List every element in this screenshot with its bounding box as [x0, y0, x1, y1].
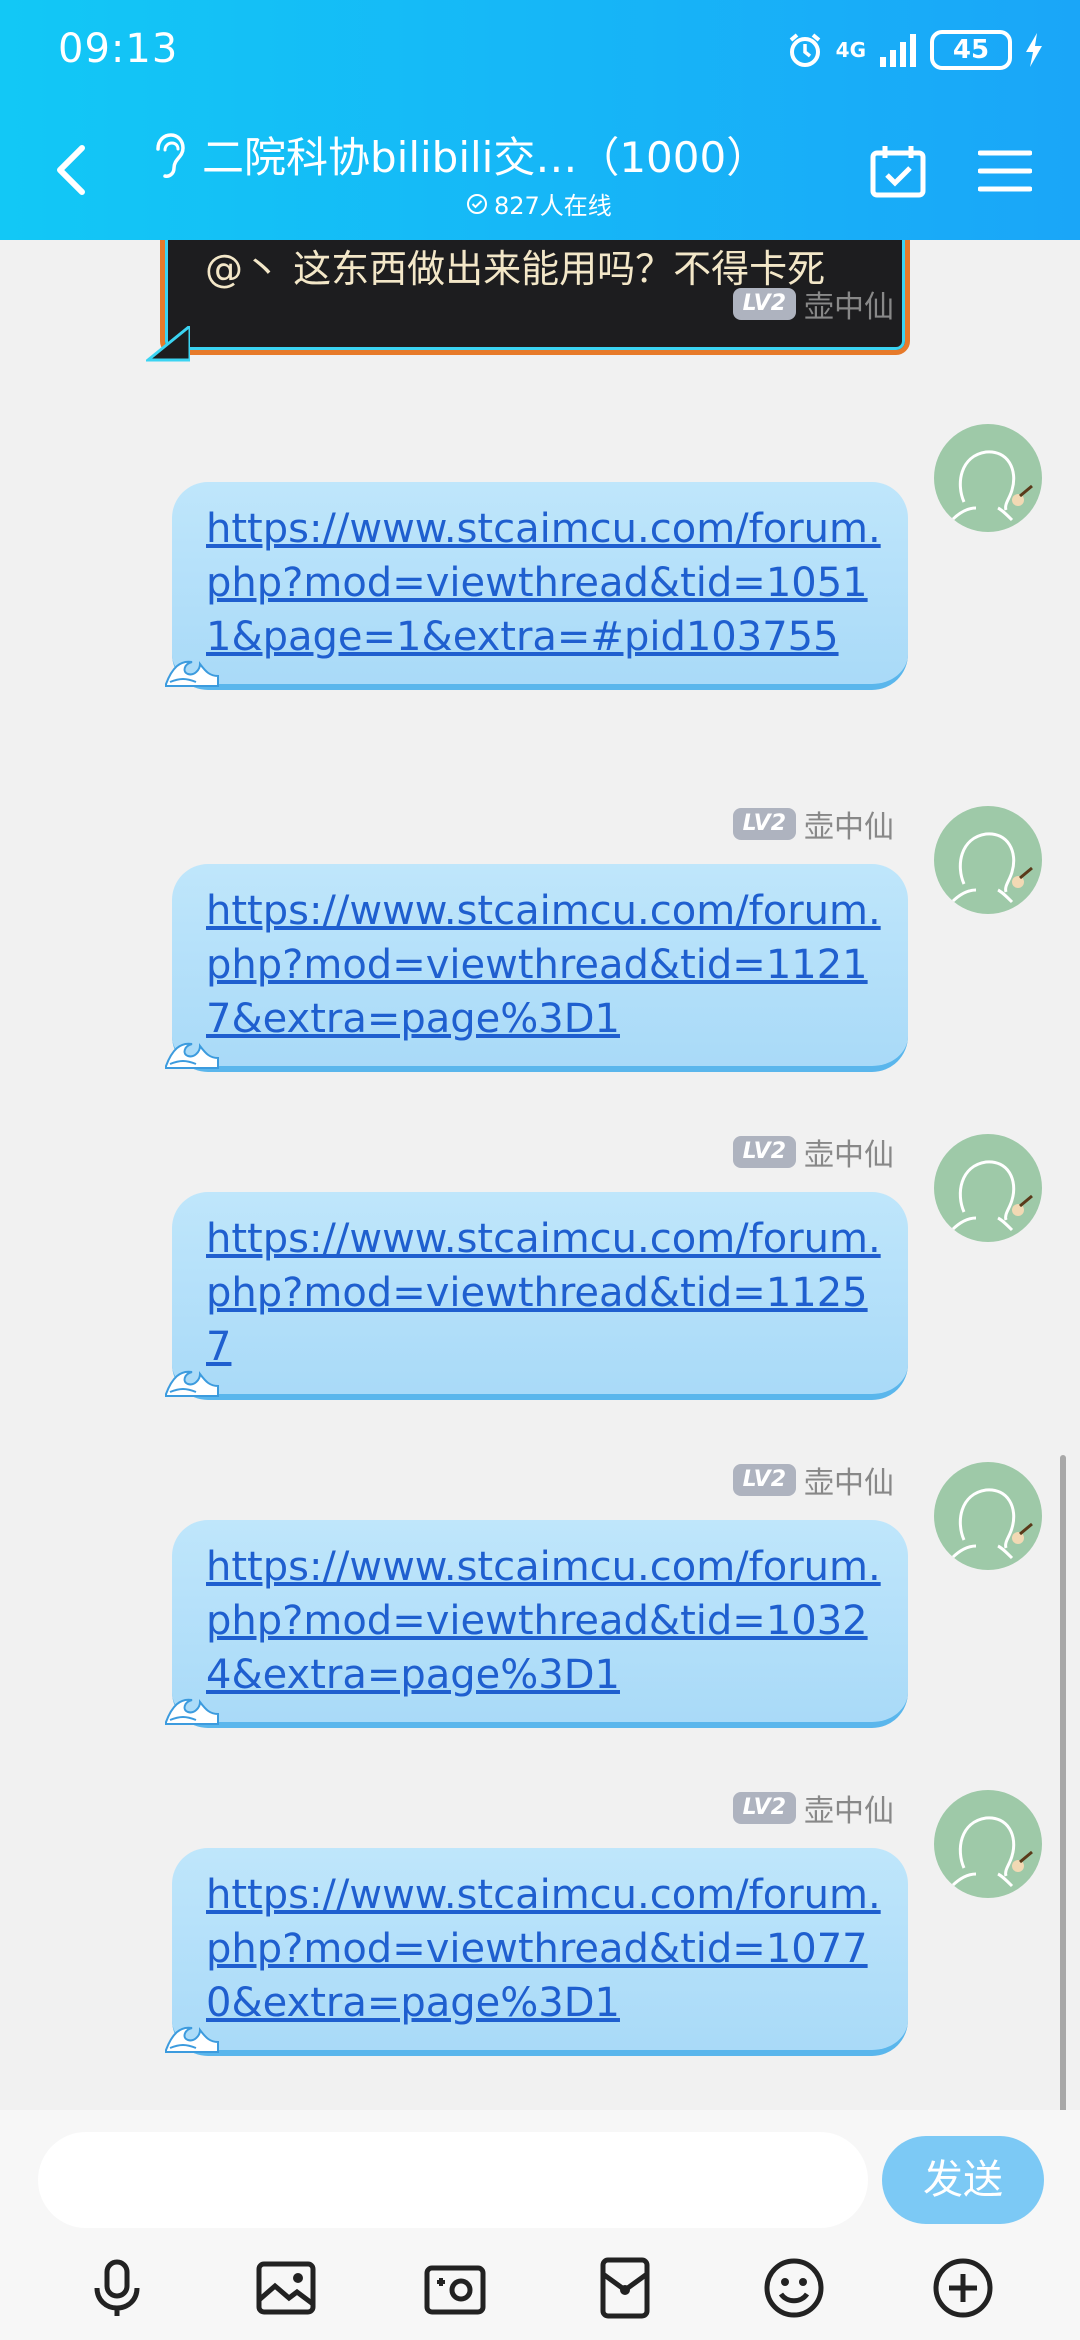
avatar[interactable]	[934, 1790, 1042, 1898]
scrollbar[interactable]	[1060, 1455, 1066, 2115]
sender-name[interactable]: 壶中仙	[804, 802, 894, 846]
menu-icon[interactable]	[978, 149, 1032, 193]
alarm-icon	[789, 33, 820, 67]
message-bubble[interactable]: https://www.stcaimcu.com/forum.php?mod=v…	[165, 864, 908, 1072]
message-bubble[interactable]: https://www.stcaimcu.com/forum.php?mod=v…	[165, 1520, 908, 1728]
red-packet-icon[interactable]	[593, 2256, 657, 2320]
header-bar: 09:13 4G 45 二院科协bilibili交…（1000） 827人在线	[0, 0, 1080, 240]
sender-info: LV2 壶中仙	[732, 1786, 894, 1830]
sender-info: LV2 壶中仙	[732, 1130, 894, 1174]
avatar-sketch-icon	[950, 1488, 1033, 1560]
plus-icon[interactable]	[931, 2256, 995, 2320]
composer-toolbar	[0, 2256, 1080, 2320]
sender-name[interactable]: 壶中仙	[804, 1786, 894, 1830]
chat-title: 二院科协bilibili交…（1000）	[202, 133, 769, 182]
message-bubble[interactable]: https://www.stcaimcu.com/forum.php?mod=v…	[165, 482, 908, 690]
microphone-icon[interactable]	[85, 2256, 149, 2320]
sender-info: LV2 壶中仙	[732, 1458, 894, 1502]
chat-screen: 09:13 4G 45 二院科协bilibili交…（1000） 827人在线 …	[0, 0, 1080, 2340]
level-badge: LV2	[732, 288, 796, 320]
avatar-sketch-icon	[950, 1816, 1033, 1888]
emoji-icon[interactable]	[762, 2256, 826, 2320]
wave-decoration-icon	[165, 1370, 219, 1397]
composer-area: 发送	[0, 2110, 1080, 2340]
level-badge: LV2	[732, 1792, 796, 1824]
message-list[interactable]: @丶 这东西做出来能用吗？不得卡死 LV2 壶中仙 https://www.st…	[0, 240, 1080, 2110]
online-icon	[467, 193, 487, 214]
level-badge: LV2	[732, 1464, 796, 1496]
header-actions	[870, 144, 1032, 198]
message-link[interactable]: https://www.stcaimcu.com/forum.php?mod=v…	[206, 1544, 881, 1698]
wave-decoration-icon	[165, 2026, 219, 2053]
avatar[interactable]	[934, 806, 1042, 914]
sender-name[interactable]: 壶中仙	[804, 282, 894, 326]
level-badge: LV2	[732, 1136, 796, 1168]
message-link[interactable]: https://www.stcaimcu.com/forum.php?mod=v…	[206, 888, 881, 1042]
level-badge: LV2	[732, 808, 796, 840]
calendar-check-icon[interactable]	[870, 144, 926, 198]
avatar-sketch-icon	[950, 832, 1033, 904]
bubble-corner-decoration	[146, 326, 190, 362]
camera-icon[interactable]	[423, 2256, 487, 2320]
send-button[interactable]: 发送	[882, 2136, 1044, 2224]
image-icon[interactable]	[254, 2256, 318, 2320]
message-link[interactable]: https://www.stcaimcu.com/forum.php?mod=v…	[206, 506, 881, 660]
avatar[interactable]	[934, 1462, 1042, 1570]
message-bubble[interactable]: https://www.stcaimcu.com/forum.php?mod=v…	[165, 1848, 908, 2056]
message-link[interactable]: https://www.stcaimcu.com/forum.php?mod=v…	[206, 1872, 881, 2026]
message-input[interactable]	[38, 2132, 868, 2228]
avatar[interactable]	[934, 424, 1042, 532]
message-bubble[interactable]: https://www.stcaimcu.com/forum.php?mod=v…	[165, 1192, 908, 1400]
status-time: 09:13	[58, 26, 179, 72]
message-link[interactable]: https://www.stcaimcu.com/forum.php?mod=v…	[206, 1216, 881, 1370]
avatar-sketch-icon	[950, 1160, 1033, 1232]
online-status: 827人在线	[466, 186, 612, 221]
network-type: 4G	[835, 38, 866, 62]
sender-info: LV2 壶中仙	[732, 802, 894, 846]
status-icons: 4G 45	[786, 30, 1044, 70]
ear-icon	[156, 132, 185, 178]
sender-name[interactable]: 壶中仙	[804, 1130, 894, 1174]
signal-icon	[880, 34, 916, 67]
sender-name[interactable]: 壶中仙	[804, 1458, 894, 1502]
sender-info: LV2 壶中仙	[732, 282, 894, 326]
avatar[interactable]	[934, 1134, 1042, 1242]
wave-decoration-icon	[165, 1698, 219, 1725]
battery-indicator: 45	[930, 30, 1012, 70]
wave-decoration-icon	[165, 1042, 219, 1069]
online-count: 827人在线	[494, 192, 612, 220]
back-button[interactable]	[52, 144, 88, 196]
wave-decoration-icon	[165, 660, 219, 687]
avatar-sketch-icon	[950, 450, 1033, 522]
chat-title-area[interactable]: 二院科协bilibili交…（1000）	[148, 124, 768, 185]
charging-icon	[1026, 33, 1042, 67]
